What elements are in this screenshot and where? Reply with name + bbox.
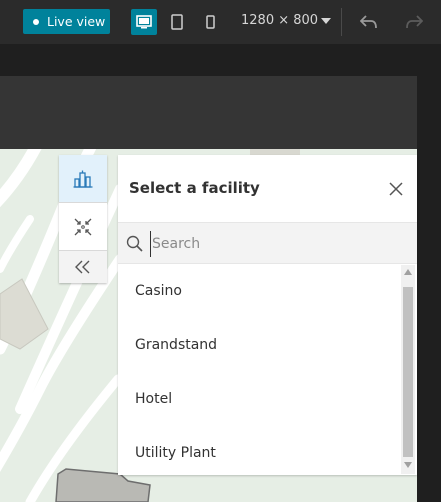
buildings-icon [73, 170, 93, 188]
scroll-thumb[interactable] [403, 287, 413, 457]
facility-item-utility-plant[interactable]: Utility Plant [118, 426, 400, 480]
facility-search [118, 222, 417, 264]
builder-toolbar: Live view 1280 × 800 [0, 0, 441, 44]
phone-view-button[interactable] [197, 9, 223, 35]
live-view-label: Live view [47, 14, 106, 29]
undo-button[interactable] [358, 12, 380, 32]
resolution-dropdown[interactable]: 1280 × 800 [241, 13, 332, 28]
facility-list: Casino Grandstand Hotel Utility Plant [118, 264, 400, 475]
facilities-action[interactable] [59, 155, 107, 203]
panel-title: Select a facility [129, 179, 260, 197]
caret-down-icon [321, 17, 332, 24]
minimize-map-action[interactable] [59, 203, 107, 251]
search-icon [126, 235, 143, 252]
collapse-panel-action[interactable] [59, 251, 107, 283]
facility-item-casino[interactable]: Casino [118, 264, 400, 318]
close-button[interactable] [386, 179, 406, 199]
search-input[interactable] [150, 231, 400, 257]
resolution-value: 1280 × 800 [241, 13, 319, 28]
scroll-down-arrow-icon[interactable] [404, 462, 412, 468]
scroll-up-arrow-icon[interactable] [404, 269, 412, 275]
live-view-button[interactable]: Live view [23, 9, 110, 34]
undo-icon [360, 15, 377, 29]
toolbar-divider [341, 8, 342, 36]
minimize-icon [74, 218, 92, 235]
tablet-view-button[interactable] [164, 9, 190, 35]
facility-panel: Select a facility Casino Grandstand Hote… [118, 155, 417, 475]
facility-item-hotel[interactable]: Hotel [118, 372, 400, 426]
chevrons-left-icon [75, 260, 90, 274]
list-scrollbar[interactable] [401, 265, 415, 474]
redo-icon [406, 15, 423, 29]
live-dot-icon [33, 18, 39, 25]
facility-item-grandstand[interactable]: Grandstand [118, 318, 400, 372]
tablet-icon [171, 14, 183, 30]
desktop-icon [136, 15, 152, 29]
redo-button[interactable] [403, 12, 425, 32]
action-bar [59, 155, 107, 283]
phone-icon [205, 15, 215, 29]
desktop-view-button[interactable] [131, 9, 157, 35]
app-header [0, 76, 417, 149]
close-icon [389, 182, 403, 196]
